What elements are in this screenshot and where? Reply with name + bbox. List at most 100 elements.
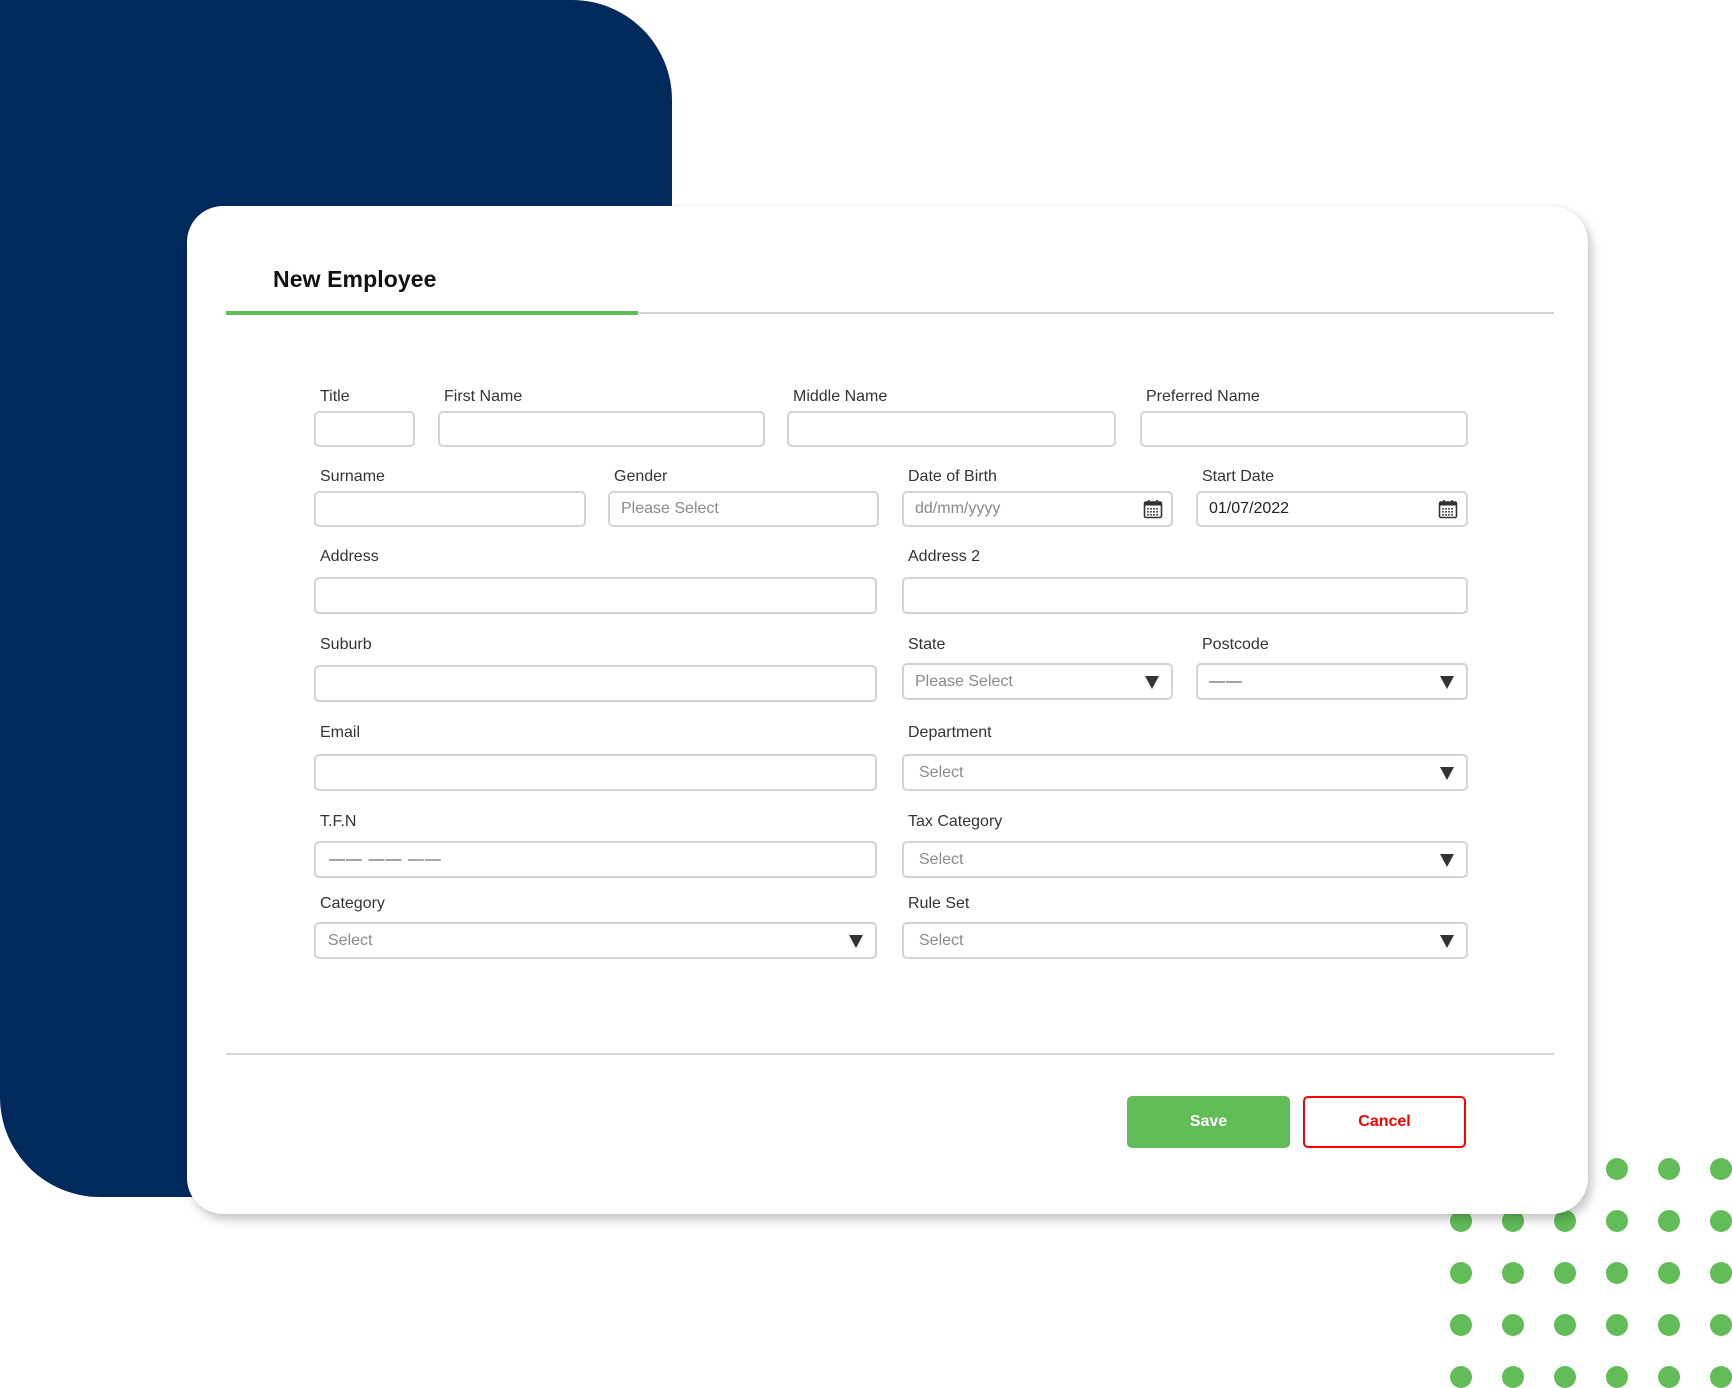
date-of-birth-placeholder: dd/mm/yyyy bbox=[915, 500, 1001, 517]
address2-input[interactable] bbox=[902, 577, 1468, 614]
department-placeholder: Select bbox=[919, 763, 964, 781]
department-field: Department Select bbox=[902, 724, 1468, 792]
rule-set-select[interactable]: Select bbox=[902, 922, 1468, 959]
decorative-dot bbox=[1554, 1366, 1576, 1388]
new-employee-dialog: New Employee Title First Name Middle Nam… bbox=[187, 206, 1588, 1214]
decorative-dot bbox=[1554, 1262, 1576, 1284]
address-field: Address bbox=[314, 548, 877, 616]
gender-placeholder: Please Select bbox=[621, 500, 719, 517]
preferred-name-input[interactable] bbox=[1140, 411, 1468, 447]
decorative-dot bbox=[1450, 1314, 1472, 1336]
preferred-name-label: Preferred Name bbox=[1146, 388, 1260, 405]
address-input[interactable] bbox=[314, 577, 877, 614]
decorative-dot bbox=[1606, 1262, 1628, 1284]
rule-set-label: Rule Set bbox=[908, 895, 970, 912]
start-date-value: 01/07/2022 bbox=[1209, 500, 1290, 517]
category-field: Category Select bbox=[314, 895, 877, 963]
postcode-select[interactable]: —— bbox=[1196, 663, 1468, 700]
postcode-field: Postcode —— bbox=[1196, 636, 1468, 704]
decorative-dot bbox=[1658, 1262, 1680, 1284]
tax-category-label: Tax Category bbox=[908, 813, 1003, 830]
start-date-label: Start Date bbox=[1202, 468, 1275, 485]
dropdown-arrow-icon[interactable] bbox=[1440, 853, 1454, 867]
dialog-title: New Employee bbox=[273, 266, 437, 292]
start-date-field: Start Date 01/07/2022 bbox=[1196, 468, 1468, 527]
decorative-dot bbox=[1710, 1262, 1732, 1284]
decorative-dot bbox=[1710, 1314, 1732, 1336]
title-input[interactable] bbox=[314, 411, 415, 447]
decorative-dot bbox=[1710, 1210, 1732, 1232]
middle-name-label: Middle Name bbox=[793, 388, 888, 405]
first-name-label: First Name bbox=[444, 388, 523, 405]
dropdown-arrow-icon[interactable] bbox=[849, 934, 863, 948]
date-of-birth-input[interactable]: dd/mm/yyyy bbox=[902, 491, 1173, 527]
dropdown-arrow-icon[interactable] bbox=[1440, 766, 1454, 780]
suburb-field: Suburb bbox=[314, 636, 877, 704]
decorative-dot bbox=[1450, 1262, 1472, 1284]
surname-input[interactable] bbox=[314, 491, 586, 527]
first-name-field: First Name bbox=[438, 388, 765, 447]
surname-field: Surname bbox=[314, 468, 586, 527]
gender-field: Gender Please Select bbox=[608, 468, 879, 527]
decorative-dot bbox=[1606, 1366, 1628, 1388]
department-select[interactable]: Select bbox=[902, 754, 1468, 791]
decorative-dot bbox=[1658, 1210, 1680, 1232]
title-label: Title bbox=[320, 388, 350, 405]
email-label: Email bbox=[320, 724, 361, 741]
first-name-input[interactable] bbox=[438, 411, 765, 447]
category-select[interactable]: Select bbox=[314, 922, 877, 959]
gender-select[interactable]: Please Select bbox=[608, 491, 879, 527]
email-input[interactable] bbox=[314, 754, 877, 791]
calendar-icon[interactable] bbox=[1438, 499, 1458, 519]
middle-name-field: Middle Name bbox=[787, 388, 1116, 447]
decorative-dot bbox=[1710, 1158, 1732, 1180]
tfn-field: T.F.N —— —— —— bbox=[314, 813, 877, 881]
decorative-dot bbox=[1450, 1366, 1472, 1388]
department-label: Department bbox=[908, 724, 992, 741]
save-button[interactable]: Save bbox=[1127, 1096, 1290, 1148]
calendar-icon[interactable] bbox=[1143, 499, 1163, 519]
footer-divider bbox=[226, 1053, 1554, 1055]
form-progress-indicator bbox=[226, 311, 638, 315]
address-label: Address bbox=[320, 548, 379, 565]
dropdown-arrow-icon[interactable] bbox=[1440, 934, 1454, 948]
gender-label: Gender bbox=[614, 468, 668, 485]
cancel-button[interactable]: Cancel bbox=[1303, 1096, 1466, 1148]
decorative-dot bbox=[1502, 1262, 1524, 1284]
title-field: Title bbox=[314, 388, 415, 447]
state-placeholder: Please Select bbox=[915, 672, 1013, 690]
decorative-dot bbox=[1658, 1158, 1680, 1180]
state-select[interactable]: Please Select bbox=[902, 663, 1173, 700]
postcode-label: Postcode bbox=[1202, 636, 1269, 653]
tfn-value: —— —— —— bbox=[329, 850, 442, 868]
tax-category-select[interactable]: Select bbox=[902, 841, 1468, 878]
rule-set-field: Rule Set Select bbox=[902, 895, 1468, 963]
tfn-input[interactable]: —— —— —— bbox=[314, 841, 877, 878]
decorative-dot bbox=[1554, 1314, 1576, 1336]
suburb-label: Suburb bbox=[320, 636, 372, 653]
date-of-birth-label: Date of Birth bbox=[908, 468, 997, 485]
decorative-dot bbox=[1658, 1366, 1680, 1388]
address2-field: Address 2 bbox=[902, 548, 1468, 616]
surname-label: Surname bbox=[320, 468, 385, 485]
dropdown-arrow-icon[interactable] bbox=[1440, 675, 1454, 689]
decorative-dot bbox=[1606, 1210, 1628, 1232]
decorative-dot bbox=[1502, 1366, 1524, 1388]
email-field: Email bbox=[314, 724, 877, 792]
start-date-input[interactable]: 01/07/2022 bbox=[1196, 491, 1468, 527]
decorative-dot bbox=[1502, 1314, 1524, 1336]
category-label: Category bbox=[320, 895, 385, 912]
rule-set-placeholder: Select bbox=[919, 931, 964, 949]
date-of-birth-field: Date of Birth dd/mm/yyyy bbox=[902, 468, 1173, 527]
postcode-value: —— bbox=[1209, 672, 1243, 690]
decorative-dot bbox=[1710, 1366, 1732, 1388]
tax-category-field: Tax Category Select bbox=[902, 813, 1468, 881]
decorative-dot bbox=[1606, 1314, 1628, 1336]
dropdown-arrow-icon[interactable] bbox=[1145, 675, 1159, 689]
tax-category-placeholder: Select bbox=[919, 850, 964, 868]
state-field: State Please Select bbox=[902, 636, 1173, 704]
suburb-input[interactable] bbox=[314, 665, 877, 702]
preferred-name-field: Preferred Name bbox=[1140, 388, 1468, 447]
middle-name-input[interactable] bbox=[787, 411, 1116, 447]
state-label: State bbox=[908, 636, 946, 653]
